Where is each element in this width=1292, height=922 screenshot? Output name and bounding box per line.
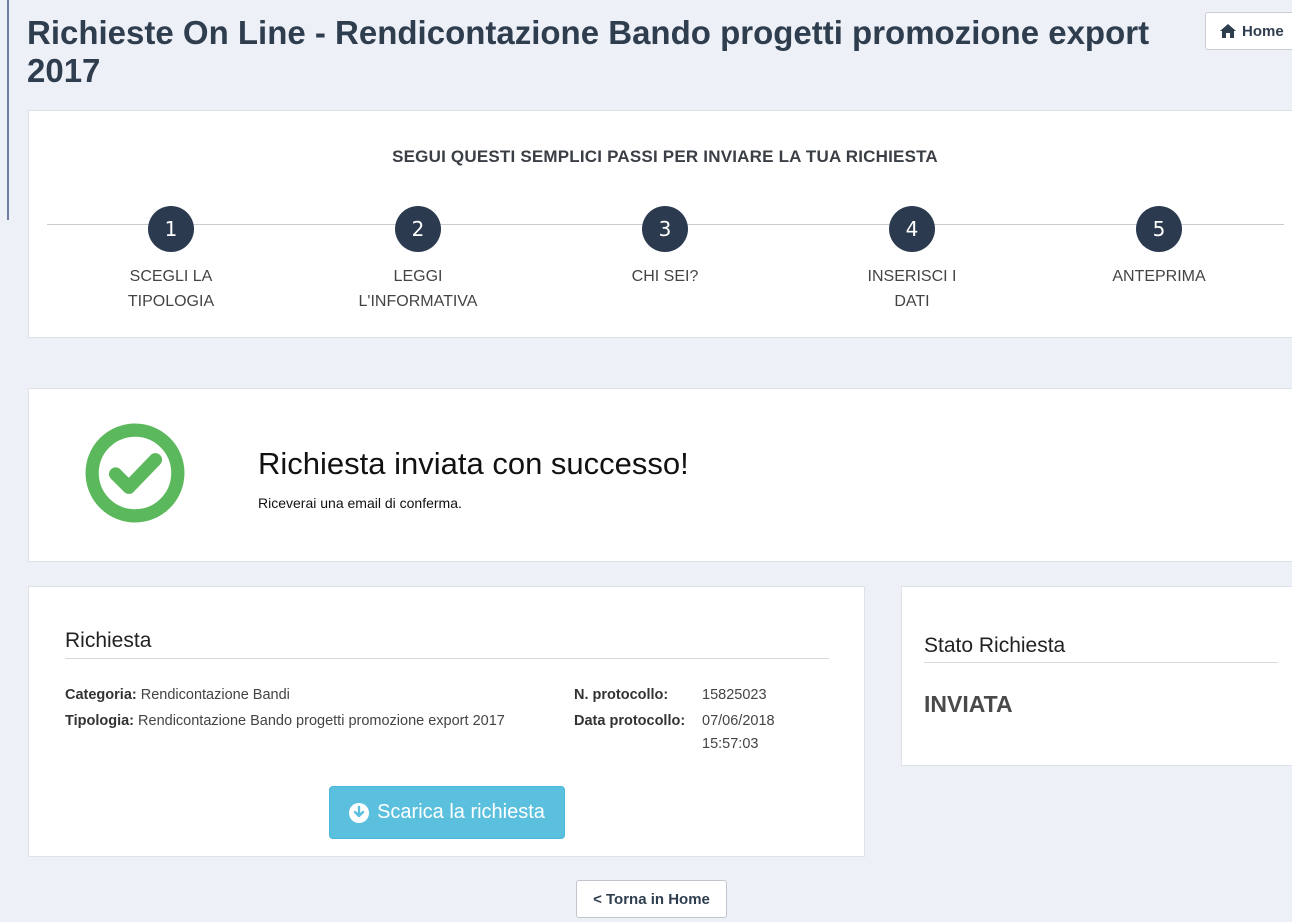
page-title: Richieste On Line - Rendicontazione Band… bbox=[27, 14, 1150, 89]
step-label: INSERISCI I DATI bbox=[867, 268, 957, 310]
category-value: Rendicontazione Bandi bbox=[140, 687, 290, 703]
status-panel-title: Stato Richiesta bbox=[924, 634, 1066, 657]
step-3: 3 CHI SEI? bbox=[585, 206, 745, 289]
request-panel: Richiesta Categoria: Rendicontazione Ban… bbox=[28, 586, 865, 857]
download-button-label: Scarica la richiesta bbox=[377, 801, 545, 823]
steps-panel: SEGUI QUESTI SEMPLICI PASSI PER INVIARE … bbox=[28, 110, 1292, 338]
home-button[interactable]: Home bbox=[1205, 12, 1292, 50]
step-number: 1 bbox=[148, 206, 194, 252]
download-circle-icon bbox=[349, 802, 370, 823]
home-icon bbox=[1220, 24, 1236, 38]
step-label: LEGGI L'INFORMATIVA bbox=[358, 268, 478, 310]
type-value: Rendicontazione Bando progetti promozion… bbox=[138, 713, 505, 729]
success-title: Richiesta inviata con successo! bbox=[258, 446, 689, 481]
step-4: 4 INSERISCI I DATI bbox=[832, 206, 992, 314]
category-row: Categoria: Rendicontazione Bandi bbox=[65, 684, 290, 707]
step-number: 3 bbox=[642, 206, 688, 252]
step-2: 2 LEGGI L'INFORMATIVA bbox=[338, 206, 498, 314]
back-home-button[interactable]: < Torna in Home bbox=[576, 880, 727, 918]
success-panel: Richiesta inviata con successo! Ricevera… bbox=[28, 388, 1292, 562]
home-button-label: Home bbox=[1242, 22, 1284, 40]
step-1: 1 SCEGLI LA TIPOLOGIA bbox=[91, 206, 251, 314]
success-subtitle: Riceverai una email di conferma. bbox=[258, 495, 462, 511]
protocol-number-label: N. protocollo: bbox=[574, 687, 669, 703]
step-5: 5 ANTEPRIMA bbox=[1079, 206, 1239, 289]
status-value: INVIATA bbox=[924, 691, 1013, 717]
steps-heading: SEGUI QUESTI SEMPLICI PASSI PER INVIARE … bbox=[392, 147, 938, 166]
step-number: 5 bbox=[1136, 206, 1182, 252]
type-label: Tipologia: bbox=[65, 713, 135, 729]
download-request-button[interactable]: Scarica la richiesta bbox=[329, 786, 565, 839]
status-panel: Stato Richiesta INVIATA bbox=[901, 586, 1292, 766]
type-row: Tipologia: Rendicontazione Bando progett… bbox=[65, 710, 505, 733]
step-label: SCEGLI LA TIPOLOGIA bbox=[127, 268, 215, 310]
check-circle-icon bbox=[85, 423, 185, 523]
category-label: Categoria: bbox=[65, 687, 137, 703]
divider bbox=[65, 658, 829, 659]
request-panel-title: Richiesta bbox=[65, 629, 152, 652]
step-label: CHI SEI? bbox=[631, 268, 699, 285]
divider bbox=[924, 662, 1278, 663]
protocol-date-value: 07/06/2018 15:57:03 bbox=[702, 713, 775, 752]
protocol-number-value: 15825023 bbox=[702, 687, 767, 703]
step-number: 4 bbox=[889, 206, 935, 252]
step-label: ANTEPRIMA bbox=[1112, 268, 1206, 285]
step-number: 2 bbox=[395, 206, 441, 252]
protocol-date-label: Data protocollo: bbox=[574, 713, 686, 729]
left-edge-rule bbox=[7, 0, 9, 220]
